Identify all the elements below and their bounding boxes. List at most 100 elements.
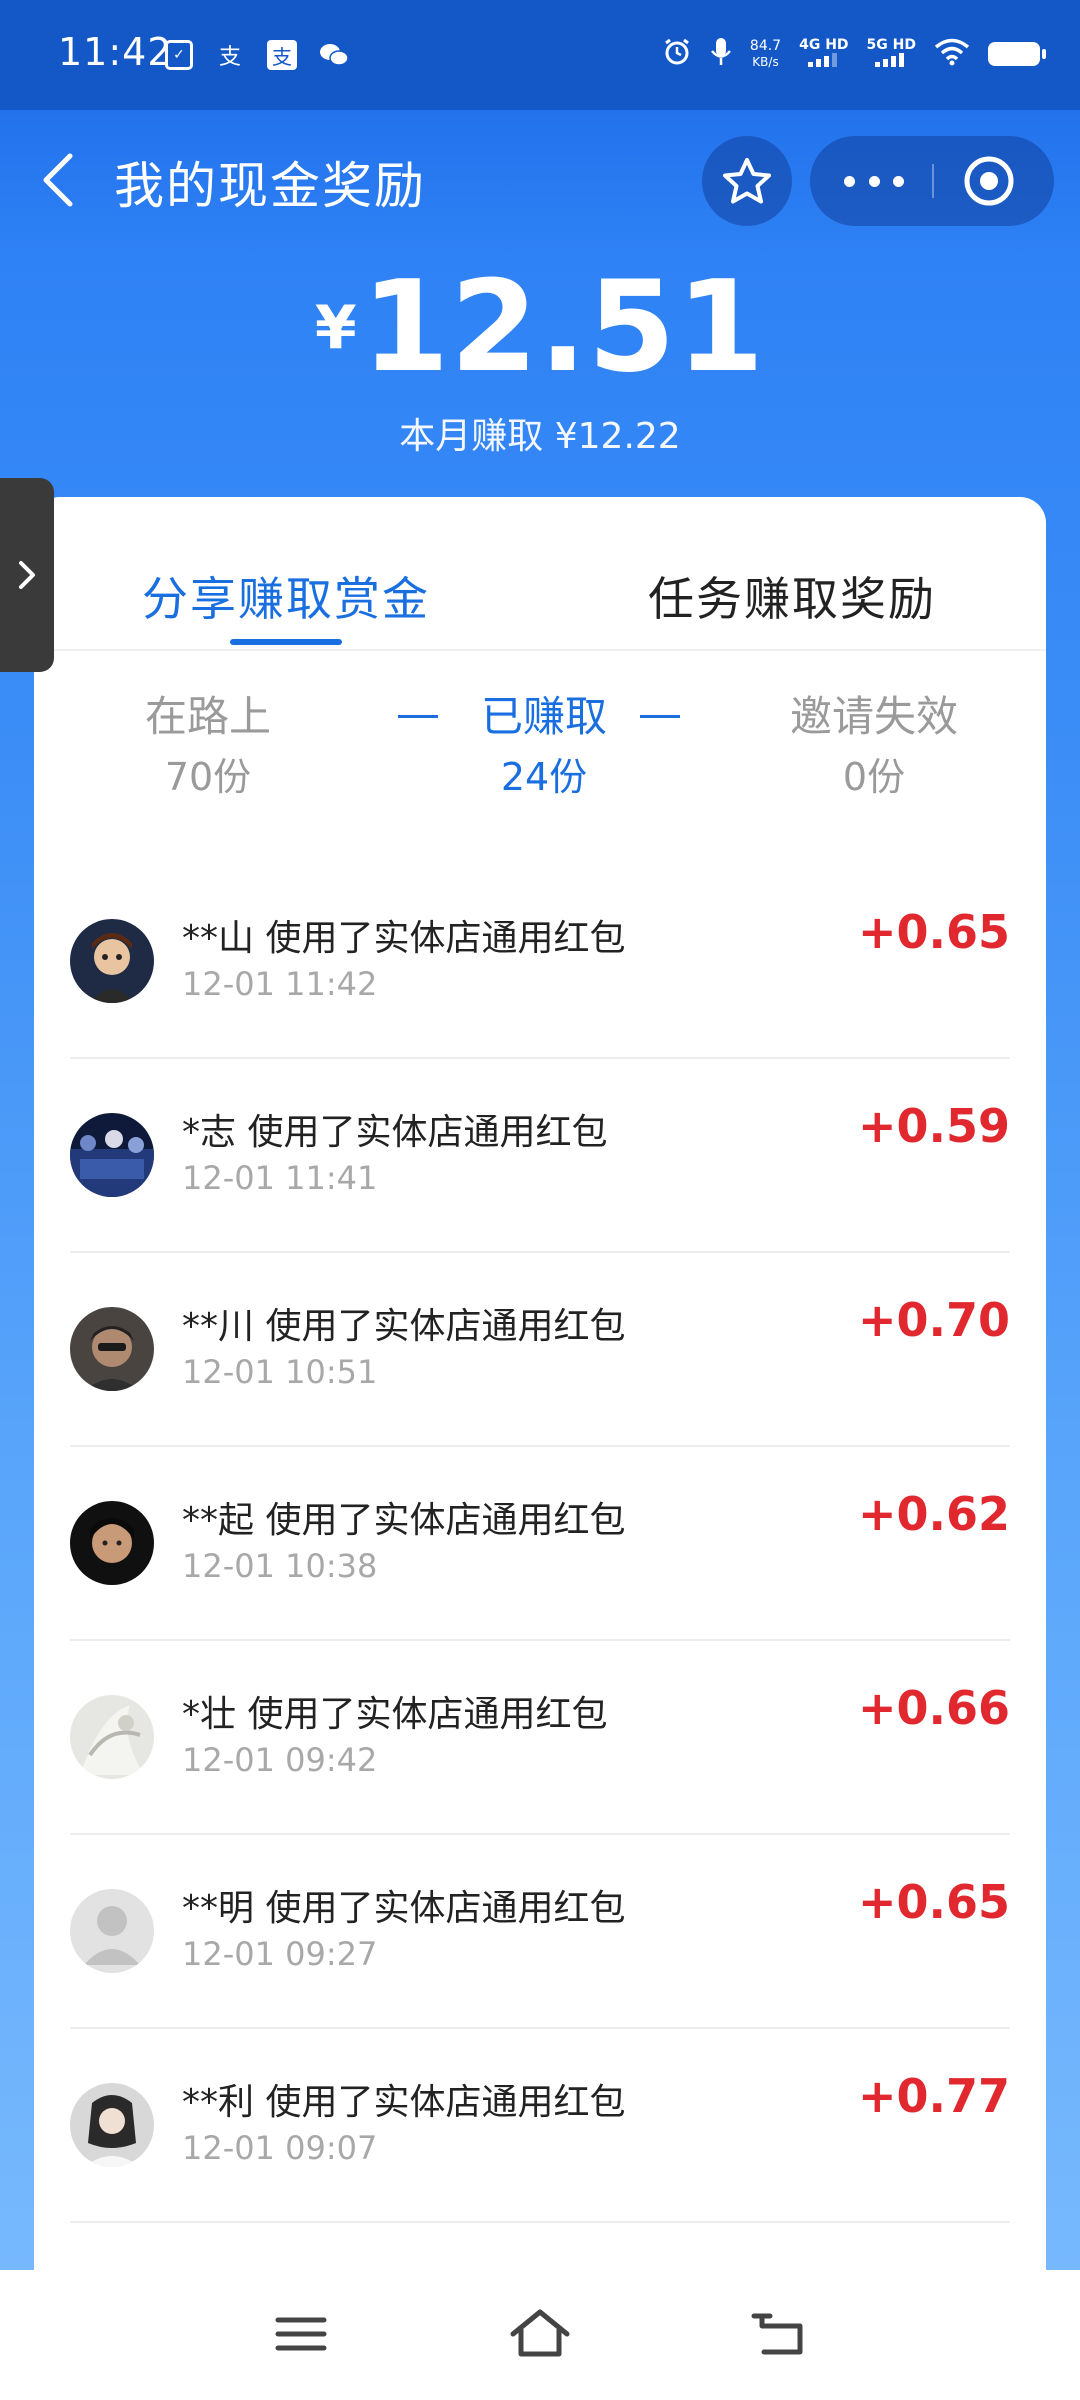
avatar xyxy=(70,1695,154,1779)
battery-icon xyxy=(988,42,1046,66)
more-dot-icon xyxy=(844,175,855,187)
subtab-on-the-way[interactable]: 在路上 70份 xyxy=(118,687,298,807)
page-title: 我的现金奖励 xyxy=(114,157,426,215)
alarm-icon xyxy=(662,37,692,71)
home-icon xyxy=(510,2309,570,2357)
doc-check-icon: ✓ xyxy=(165,40,193,70)
sim1-label: 4G HD xyxy=(799,37,849,53)
subtab-dash-left xyxy=(398,715,438,718)
more-dot-icon xyxy=(868,175,880,187)
close-miniapp-button[interactable] xyxy=(962,154,1016,208)
list-item[interactable]: **利 使用了实体店通用红包 12-01 09:07 +0.77 xyxy=(70,2029,1010,2223)
status-time: 11:42 xyxy=(58,30,173,74)
record-time: 12-01 10:38 xyxy=(182,1547,378,1585)
record-user: **明 xyxy=(182,1888,255,1929)
subtab-label: 已赚取 xyxy=(480,692,607,741)
menu-icon xyxy=(275,2317,327,2351)
avatar xyxy=(70,1307,154,1391)
list-item[interactable]: **川 使用了实体店通用红包 12-01 10:51 +0.70 xyxy=(70,1253,1010,1447)
back-nav-button[interactable] xyxy=(744,2304,814,2364)
net-speed: 84.7 KB/s xyxy=(750,38,781,70)
record-user: **利 xyxy=(182,2082,255,2123)
net-speed-value: 84.7 xyxy=(749,38,782,54)
balance-value: 12.51 xyxy=(361,253,766,400)
signal-sim1: 4G HD xyxy=(799,37,849,71)
record-amount: +0.59 xyxy=(857,1099,1010,1153)
list-item[interactable]: **明 使用了实体店通用红包 12-01 09:27 +0.65 xyxy=(70,1835,1010,2029)
miniapp-capsule xyxy=(810,136,1054,226)
list-item[interactable]: **起 使用了实体店通用红包 12-01 10:38 +0.62 xyxy=(70,1447,1010,1641)
subtab-earned[interactable]: 已赚取 24份 xyxy=(454,687,634,807)
sim2-label: 5G HD xyxy=(866,37,916,53)
return-icon xyxy=(751,2313,803,2355)
record-time: 12-01 11:41 xyxy=(182,1159,378,1197)
menu-nav-button[interactable] xyxy=(266,2304,336,2364)
wechat-icon xyxy=(319,40,349,70)
system-nav-bar xyxy=(0,2270,1080,2400)
status-subtabs: 在路上 70份 已赚取 24份 邀请失效 0份 xyxy=(34,687,1046,817)
record-action: 使用了实体店通用红包 xyxy=(265,1306,626,1347)
record-action: 使用了实体店通用红包 xyxy=(247,1694,608,1735)
currency-symbol: ¥ xyxy=(314,293,358,363)
avatar xyxy=(70,2083,154,2167)
record-action: 使用了实体店通用红包 xyxy=(265,918,626,959)
more-button[interactable] xyxy=(844,166,904,196)
reward-records-list: **山 使用了实体店通用红包 12-01 11:42 +0.65 *志 使用了实… xyxy=(70,865,1010,2223)
subtab-count: 0份 xyxy=(842,755,906,799)
record-description: **明 使用了实体店通用红包 xyxy=(182,1879,625,1931)
tab-share-reward[interactable]: 分享赚取赏金 xyxy=(142,563,430,629)
avatar xyxy=(70,1113,154,1197)
more-dot-icon xyxy=(893,175,904,187)
header: 我的现金奖励 xyxy=(0,110,1080,250)
record-time: 12-01 09:27 xyxy=(182,1935,378,1973)
subtab-label: 在路上 xyxy=(144,692,271,741)
active-tab-indicator xyxy=(230,639,342,645)
status-right-icons: 84.7 KB/s 4G HD 5G HD xyxy=(662,36,1046,72)
subtab-dash-right xyxy=(640,715,680,718)
record-action: 使用了实体店通用红包 xyxy=(265,2082,626,2123)
reward-tabs: 分享赚取赏金 任务赚取奖励 xyxy=(34,497,1046,651)
record-user: **川 xyxy=(182,1306,255,1347)
side-drawer-handle[interactable] xyxy=(0,478,54,672)
target-close-icon xyxy=(964,156,1014,206)
balance-amount: ¥12.51 xyxy=(0,262,1080,393)
favorite-button[interactable] xyxy=(702,136,792,226)
balance-section: ¥12.51 本月赚取 ¥12.22 xyxy=(0,262,1080,459)
rewards-card: 分享赚取赏金 任务赚取奖励 在路上 70份 已赚取 24份 邀请失效 0份 **… xyxy=(34,497,1046,2277)
avatar xyxy=(70,1889,154,1973)
subtab-invalid[interactable]: 邀请失效 0份 xyxy=(774,687,974,807)
net-speed-unit: KB/s xyxy=(752,55,779,69)
record-user: *志 xyxy=(182,1112,237,1153)
record-amount: +0.70 xyxy=(857,1293,1010,1347)
record-time: 12-01 09:07 xyxy=(182,2129,378,2167)
tab-task-reward[interactable]: 任务赚取奖励 xyxy=(648,563,936,629)
record-user: **山 xyxy=(182,918,255,959)
star-icon xyxy=(723,158,771,204)
wifi-icon xyxy=(934,38,970,70)
record-amount: +0.62 xyxy=(857,1487,1010,1541)
record-amount: +0.65 xyxy=(857,905,1010,959)
list-item[interactable]: *壮 使用了实体店通用红包 12-01 09:42 +0.66 xyxy=(70,1641,1010,1835)
alipay-icon: 支 xyxy=(218,45,241,70)
record-time: 12-01 09:42 xyxy=(182,1741,378,1779)
record-description: **起 使用了实体店通用红包 xyxy=(182,1491,625,1543)
record-description: **利 使用了实体店通用红包 xyxy=(182,2073,625,2125)
record-amount: +0.77 xyxy=(857,2069,1010,2123)
chevron-left-icon xyxy=(43,153,73,207)
chevron-right-icon xyxy=(19,561,35,589)
record-user: *壮 xyxy=(182,1694,237,1735)
record-amount: +0.66 xyxy=(857,1681,1010,1735)
list-item[interactable]: **山 使用了实体店通用红包 12-01 11:42 +0.65 xyxy=(70,865,1010,1059)
back-button[interactable] xyxy=(34,150,80,210)
alipay-icon: 支 xyxy=(267,40,297,70)
avatar xyxy=(70,919,154,1003)
subtab-label: 邀请失效 xyxy=(789,692,958,741)
record-description: *壮 使用了实体店通用红包 xyxy=(182,1685,607,1737)
record-action: 使用了实体店通用红包 xyxy=(247,1112,608,1153)
home-nav-button[interactable] xyxy=(505,2304,575,2364)
record-description: *志 使用了实体店通用红包 xyxy=(182,1103,607,1155)
mic-icon xyxy=(710,36,732,72)
subtab-count: 24份 xyxy=(500,755,588,799)
signal-bars-icon xyxy=(807,53,837,67)
list-item[interactable]: *志 使用了实体店通用红包 12-01 11:41 +0.59 xyxy=(70,1059,1010,1253)
